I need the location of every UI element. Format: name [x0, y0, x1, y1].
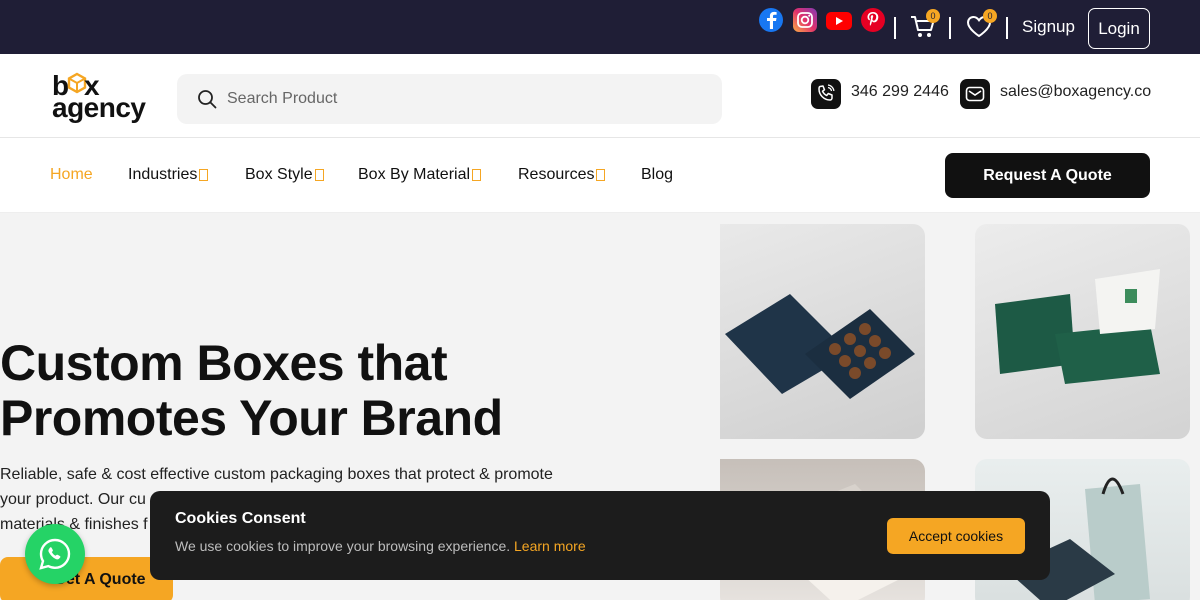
- wishlist-heart-icon[interactable]: 0: [966, 9, 997, 40]
- divider: [894, 17, 896, 39]
- pinterest-icon[interactable]: [861, 8, 885, 32]
- search-icon[interactable]: [197, 89, 217, 109]
- cart-icon[interactable]: 0: [910, 9, 940, 40]
- nav-item-industries[interactable]: Industries: [128, 166, 209, 184]
- cart-count-badge: 0: [926, 9, 940, 23]
- chevron-down-icon: [199, 169, 209, 181]
- top-bar: 0 0 Signup Login: [0, 0, 1200, 54]
- chevron-down-icon: [472, 169, 482, 181]
- green-box-photo: [975, 224, 1190, 439]
- login-button[interactable]: Login: [1088, 8, 1150, 49]
- hero-title: Custom Boxes that Promotes Your Brand: [0, 336, 503, 446]
- hero-desc-line1: Reliable, safe & cost effective custom p…: [0, 466, 553, 483]
- signup-link[interactable]: Signup: [1022, 17, 1075, 37]
- facebook-icon[interactable]: [759, 8, 783, 32]
- whatsapp-icon[interactable]: [25, 524, 85, 584]
- divider: [949, 17, 951, 39]
- nav-item-label: Home: [50, 166, 93, 183]
- instagram-icon[interactable]: [793, 8, 817, 32]
- nav-item-label: Blog: [641, 166, 674, 183]
- nav-item-label: Box Style: [245, 166, 313, 183]
- youtube-icon[interactable]: [826, 12, 852, 30]
- nav-item-resources[interactable]: Resources: [518, 166, 606, 184]
- nav-item-label: Resources: [518, 166, 595, 183]
- nav-item-label: Industries: [128, 166, 198, 183]
- logo-wordmark: agency: [52, 92, 146, 123]
- email-address[interactable]: sales@boxagency.co: [1000, 83, 1151, 101]
- nav-item-box-style[interactable]: Box Style: [245, 166, 324, 184]
- search-input[interactable]: [227, 74, 707, 124]
- cookie-message: We use cookies to improve your browsing …: [175, 538, 511, 554]
- request-quote-button[interactable]: Request A Quote: [945, 153, 1150, 198]
- mail-icon[interactable]: [960, 79, 990, 109]
- header: b x agency 346 299 2446 sales@boxagency.…: [0, 54, 1200, 138]
- chevron-down-icon: [596, 169, 606, 181]
- hero-title-line1: Custom Boxes that: [0, 335, 448, 391]
- divider: [1006, 17, 1008, 39]
- chocolate-box-photo: [720, 224, 925, 439]
- nav-item-home[interactable]: Home: [50, 166, 93, 184]
- main-nav: Home Industries Box Style Box By Materia…: [0, 138, 1200, 213]
- nav-item-box-by-material[interactable]: Box By Material: [358, 166, 482, 184]
- cookie-consent-banner: Cookies Consent We use cookies to improv…: [150, 491, 1050, 580]
- wishlist-count-badge: 0: [983, 9, 997, 23]
- learn-more-link[interactable]: Learn more: [514, 538, 586, 554]
- phone-number[interactable]: 346 299 2446: [851, 83, 949, 101]
- box-agency-logo[interactable]: b x agency: [52, 68, 162, 126]
- search-bar[interactable]: [177, 74, 722, 124]
- chevron-down-icon: [314, 169, 324, 181]
- cookie-title: Cookies Consent: [175, 510, 306, 527]
- nav-item-blog[interactable]: Blog: [641, 166, 673, 184]
- hero-title-line2: Promotes Your Brand: [0, 390, 503, 446]
- phone-icon[interactable]: [811, 79, 841, 109]
- cookie-text: We use cookies to improve your browsing …: [175, 538, 586, 554]
- accept-cookies-button[interactable]: Accept cookies: [887, 518, 1025, 554]
- nav-item-label: Box By Material: [358, 166, 471, 183]
